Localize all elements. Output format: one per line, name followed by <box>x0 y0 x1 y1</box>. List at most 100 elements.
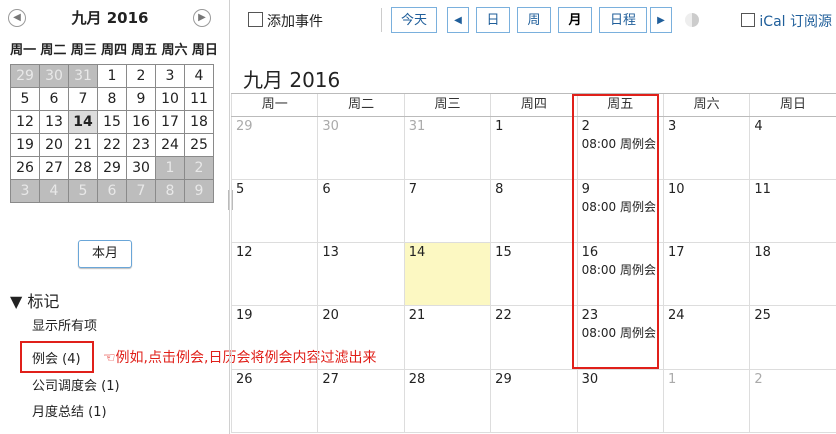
day-cell[interactable]: 17 <box>662 243 749 305</box>
day-cell[interactable]: 1 <box>662 370 749 432</box>
mini-day-cell[interactable]: 21 <box>69 134 97 156</box>
tag-company-dispatch[interactable]: 公司调度会 (1) <box>32 375 120 394</box>
mini-day-cell[interactable]: 4 <box>185 65 213 87</box>
day-cell[interactable]: 23 08:00 周例会 <box>576 306 663 369</box>
next-month-icon[interactable]: ▶ <box>193 9 211 27</box>
today-button[interactable]: 今天 <box>391 7 437 33</box>
day-cell[interactable]: 19 <box>231 306 317 369</box>
day-cell[interactable]: 11 <box>749 180 835 242</box>
mini-day-cell[interactable]: 1 <box>156 157 184 179</box>
mini-day-cell[interactable]: 24 <box>156 134 184 156</box>
mini-day-cell[interactable]: 17 <box>156 111 184 133</box>
day-cell[interactable]: 8 <box>490 180 576 242</box>
mini-day-cell[interactable]: 29 <box>98 157 126 179</box>
day-cell[interactable]: 3 <box>662 117 749 179</box>
mini-day-cell[interactable]: 1 <box>98 65 126 87</box>
mini-day-cell[interactable]: 15 <box>98 111 126 133</box>
mini-day-cell[interactable]: 7 <box>127 180 155 202</box>
mini-day-cell[interactable]: 28 <box>69 157 97 179</box>
tags-section-title[interactable]: ▼ 标记 <box>10 288 59 312</box>
add-event-button[interactable]: 添加事件 <box>248 11 323 31</box>
calendar-event[interactable]: 08:00 周例会 <box>582 200 659 215</box>
calendar-event[interactable]: 08:00 周例会 <box>582 263 659 278</box>
month-view-button[interactable]: 月 <box>558 7 592 33</box>
day-cell[interactable]: 28 <box>403 370 490 432</box>
prev-period-button[interactable]: ◀ <box>447 7 469 33</box>
day-cell[interactable]: 27 <box>317 370 403 432</box>
day-cell[interactable]: 4 <box>749 117 835 179</box>
calendar-event[interactable]: 08:00 周例会 <box>582 137 659 152</box>
mini-day-cell[interactable]: 7 <box>69 88 97 110</box>
day-cell[interactable]: 26 <box>231 370 317 432</box>
mini-day-cell[interactable]: 18 <box>185 111 213 133</box>
mini-day-cell[interactable]: 23 <box>127 134 155 156</box>
calendar-event[interactable]: 08:00 周例会 <box>582 326 659 341</box>
mini-day-cell[interactable]: 30 <box>127 157 155 179</box>
day-view-button[interactable]: 日 <box>476 7 510 33</box>
mini-day-cell[interactable]: 4 <box>40 180 68 202</box>
day-cell[interactable]: 13 <box>317 243 403 305</box>
mini-day-cell[interactable]: 25 <box>185 134 213 156</box>
day-cell[interactable]: 30 <box>576 370 663 432</box>
day-cell[interactable]: 31 <box>403 117 490 179</box>
mini-day-cell[interactable]: 20 <box>40 134 68 156</box>
mini-day-cell[interactable]: 22 <box>98 134 126 156</box>
tag-show-all[interactable]: 显示所有项 <box>32 315 97 334</box>
day-cell[interactable]: 14 <box>403 243 491 305</box>
day-cell[interactable]: 20 <box>317 306 403 369</box>
mini-day-cell[interactable]: 14 <box>69 111 97 133</box>
mini-day-cell[interactable]: 10 <box>156 88 184 110</box>
day-cell[interactable]: 12 <box>231 243 317 305</box>
day-cell[interactable]: 30 <box>317 117 403 179</box>
mini-day-cell[interactable]: 6 <box>98 180 126 202</box>
day-cell[interactable]: 24 <box>662 306 749 369</box>
day-cell[interactable]: 9 08:00 周例会 <box>576 180 663 242</box>
day-cell[interactable]: 1 <box>490 117 576 179</box>
mini-day-cell[interactable]: 30 <box>40 65 68 87</box>
day-cell[interactable]: 2 08:00 周例会 <box>576 117 663 179</box>
toolbar-separator <box>381 8 382 32</box>
mini-day-cell[interactable]: 26 <box>11 157 39 179</box>
mini-day-cell[interactable]: 29 <box>11 65 39 87</box>
day-number: 29 <box>495 372 512 387</box>
day-cell[interactable]: 15 <box>490 243 576 305</box>
mini-day-cell[interactable]: 8 <box>156 180 184 202</box>
day-number: 30 <box>322 119 339 134</box>
mini-day-cell[interactable]: 27 <box>40 157 68 179</box>
week-view-button[interactable]: 周 <box>517 7 551 33</box>
mini-day-cell[interactable]: 3 <box>11 180 39 202</box>
mini-day-cell[interactable]: 6 <box>40 88 68 110</box>
mini-day-cell[interactable]: 16 <box>127 111 155 133</box>
day-cell[interactable]: 5 <box>231 180 317 242</box>
mini-day-cell[interactable]: 9 <box>127 88 155 110</box>
day-cell[interactable]: 25 <box>749 306 835 369</box>
prev-month-icon[interactable]: ◀ <box>8 9 26 27</box>
mini-day-cell[interactable]: 5 <box>69 180 97 202</box>
mini-day-cell[interactable]: 11 <box>185 88 213 110</box>
day-cell[interactable]: 21 <box>403 306 490 369</box>
mini-day-cell[interactable]: 2 <box>185 157 213 179</box>
mini-day-cell[interactable]: 31 <box>69 65 97 87</box>
day-cell[interactable]: 18 <box>749 243 835 305</box>
mini-day-cell[interactable]: 8 <box>98 88 126 110</box>
day-cell[interactable]: 29 <box>231 117 317 179</box>
mini-day-cell[interactable]: 2 <box>127 65 155 87</box>
next-period-button[interactable]: ▶ <box>650 7 672 33</box>
mini-day-cell[interactable]: 3 <box>156 65 184 87</box>
mini-day-cell[interactable]: 9 <box>185 180 213 202</box>
day-cell[interactable]: 7 <box>403 180 490 242</box>
agenda-view-button[interactable]: 日程 <box>599 7 647 33</box>
mini-day-cell[interactable]: 5 <box>11 88 39 110</box>
mini-day-cell[interactable]: 12 <box>11 111 39 133</box>
mini-day-cell[interactable]: 19 <box>11 134 39 156</box>
this-month-button[interactable]: 本月 <box>78 240 132 268</box>
tag-monthly-summary[interactable]: 月度总结 (1) <box>32 401 107 420</box>
mini-day-cell[interactable]: 13 <box>40 111 68 133</box>
day-cell[interactable]: 16 08:00 周例会 <box>576 243 663 305</box>
day-cell[interactable]: 22 <box>490 306 576 369</box>
day-cell[interactable]: 6 <box>317 180 403 242</box>
day-cell[interactable]: 10 <box>662 180 749 242</box>
day-cell[interactable]: 2 <box>749 370 835 432</box>
ical-feed-link[interactable]: iCal 订阅源 <box>741 11 832 31</box>
day-cell[interactable]: 29 <box>490 370 576 432</box>
